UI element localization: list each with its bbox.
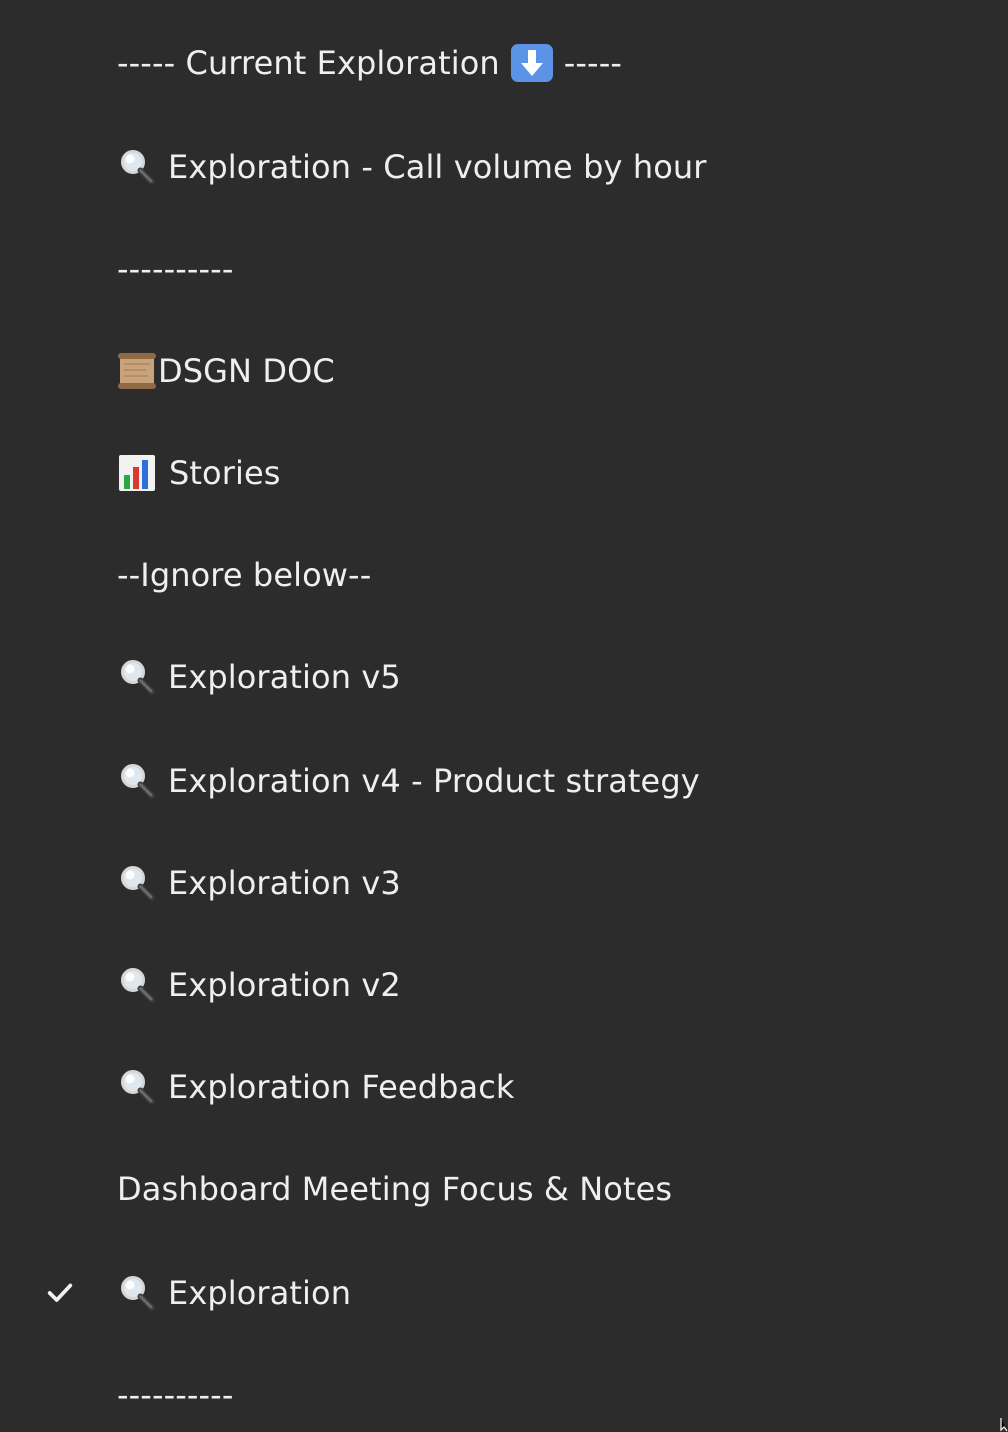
menu-item-content: ----------	[117, 218, 233, 320]
menu-item-content: --Ignore below--	[117, 524, 371, 626]
menu-item-label: Exploration v4 - Product strategy	[168, 762, 700, 800]
menu-item-dashboard-meeting[interactable]: Dashboard Meeting Focus & Notes	[0, 1138, 1008, 1240]
menu-item-separator-1[interactable]: ----------	[0, 218, 1008, 320]
menu-item-label-suffix: -----	[563, 44, 622, 82]
menu-item-exploration-v5[interactable]: Exploration v5	[0, 626, 1008, 728]
menu-item-separator-2[interactable]: ----------	[0, 1344, 1008, 1432]
magnifying-glass-icon	[117, 1273, 157, 1313]
menu-item-exploration-v4[interactable]: Exploration v4 - Product strategy	[0, 730, 1008, 832]
menu-item-content: Stories	[117, 422, 281, 524]
menu-item-label-prefix: ----- Current Exploration	[117, 44, 500, 82]
menu-item-exploration-selected[interactable]: Exploration	[0, 1242, 1008, 1344]
menu-item-label: Stories	[169, 454, 281, 492]
menu-item-content: ----------	[117, 1344, 233, 1432]
checkmark-icon	[44, 1242, 76, 1344]
menu-item-content: Exploration - Call volume by hour	[117, 116, 707, 218]
menu-item-content: Exploration v2	[117, 934, 401, 1036]
menu-item-label: DSGN DOC	[158, 352, 335, 390]
mouse-cursor-icon	[1000, 1418, 1008, 1432]
menu-item-content: DSGN DOC	[117, 320, 335, 422]
dropdown-menu: ----- Current Exploration ----- Explorat…	[0, 0, 1008, 1432]
menu-item-label: Dashboard Meeting Focus & Notes	[117, 1170, 673, 1208]
down-arrow-icon	[511, 44, 553, 82]
menu-item-label: Exploration v3	[168, 864, 401, 902]
menu-item-content: ----- Current Exploration -----	[117, 12, 622, 114]
menu-item-label: ----------	[117, 1376, 234, 1414]
menu-item-label: ----------	[117, 250, 234, 288]
menu-item-content: Exploration v5	[117, 626, 401, 728]
menu-item-content: Exploration v3	[117, 832, 401, 934]
menu-item-content: Exploration	[117, 1242, 351, 1344]
menu-item-exploration-v2[interactable]: Exploration v2	[0, 934, 1008, 1036]
menu-item-ignore-below[interactable]: --Ignore below--	[0, 524, 1008, 626]
bar-chart-icon	[117, 453, 157, 493]
menu-item-exploration-feedback[interactable]: Exploration Feedback	[0, 1036, 1008, 1138]
menu-item-exploration-v3[interactable]: Exploration v3	[0, 832, 1008, 934]
magnifying-glass-icon	[117, 761, 157, 801]
menu-item-content: Exploration Feedback	[117, 1036, 515, 1138]
menu-item-label: Exploration v5	[168, 658, 401, 696]
menu-item-label: Exploration Feedback	[168, 1068, 515, 1106]
menu-item-content: Dashboard Meeting Focus & Notes	[117, 1138, 672, 1240]
menu-item-label: Exploration v2	[168, 966, 401, 1004]
magnifying-glass-icon	[117, 863, 157, 903]
menu-item-content: Exploration v4 - Product strategy	[117, 730, 700, 832]
magnifying-glass-icon	[117, 1067, 157, 1107]
menu-item-label: Exploration	[168, 1274, 352, 1312]
menu-item-dsgn-doc[interactable]: DSGN DOC	[0, 320, 1008, 422]
magnifying-glass-icon	[117, 657, 157, 697]
scroll-icon	[117, 351, 157, 391]
menu-item-current-exploration-header[interactable]: ----- Current Exploration -----	[0, 12, 1008, 114]
menu-item-exploration-call-volume[interactable]: Exploration - Call volume by hour	[0, 116, 1008, 218]
menu-item-label: Exploration - Call volume by hour	[168, 148, 707, 186]
menu-item-stories[interactable]: Stories	[0, 422, 1008, 524]
magnifying-glass-icon	[117, 965, 157, 1005]
menu-item-label: --Ignore below--	[117, 556, 372, 594]
magnifying-glass-icon	[117, 147, 157, 187]
